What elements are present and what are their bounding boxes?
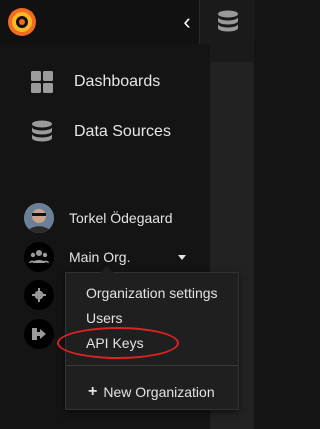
chevron-left-icon[interactable]: ‹ [176,9,198,35]
avatar [24,203,54,233]
menu-item-organization-settings[interactable]: Organization settings [86,285,218,301]
users-icon [24,242,54,272]
sign-out-icon [24,319,54,349]
gear-icon [24,280,54,310]
user-profile-item[interactable]: Torkel Ödegaard [0,202,210,234]
new-organization-label: New Organization [103,384,215,400]
menu-item-new-organization[interactable]: + New Organization [88,383,215,401]
database-icon [30,120,54,144]
sidebar-item-dashboards[interactable]: Dashboards [0,62,210,102]
sidebar-item-data-sources[interactable]: Data Sources [0,112,210,152]
user-name: Torkel Ödegaard [69,210,173,226]
menu-item-users[interactable]: Users [86,310,123,326]
top-bar: ‹ [0,0,255,44]
sidebar-item-label: Dashboards [74,73,161,90]
grafana-logo[interactable] [0,0,44,44]
database-icon[interactable] [199,0,255,44]
org-name: Main Org. [69,249,131,265]
sidebar-item-label: Data Sources [74,123,171,140]
grid-icon [30,70,54,94]
menu-divider [66,365,238,366]
plus-icon: + [88,383,98,400]
api-keys-highlight-circle [57,327,179,359]
chevron-down-icon[interactable] [178,255,186,260]
